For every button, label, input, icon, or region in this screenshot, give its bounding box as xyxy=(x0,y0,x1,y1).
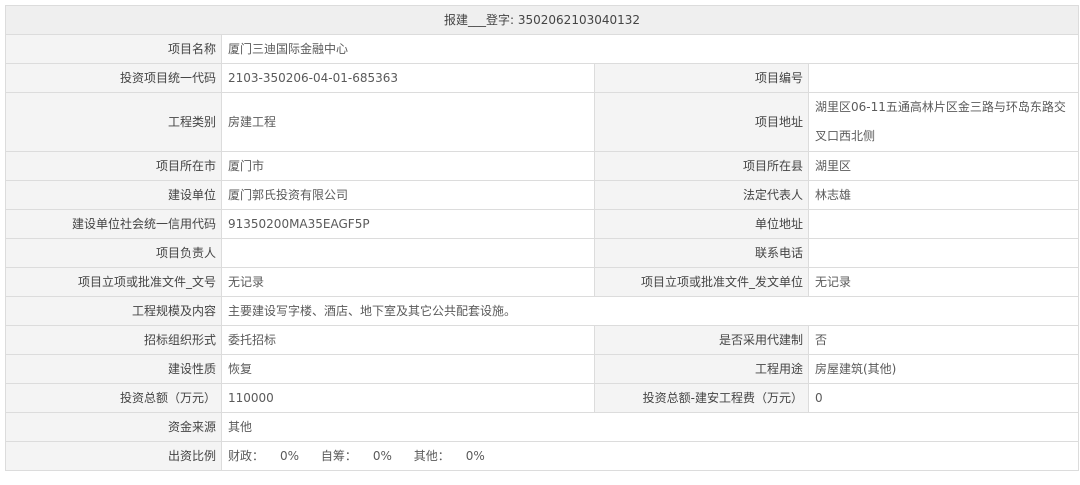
project-number-label: 项目编号 xyxy=(594,63,809,93)
registration-header: 报建___登字: 3502062103040132 xyxy=(4,5,1080,35)
city-value: 厦门市 xyxy=(221,151,595,181)
approval-doc-unit-value: 无记录 xyxy=(807,267,1080,297)
credit-code-value: 91350200MA35EAGF5P xyxy=(221,209,595,239)
table-row: 工程规模及内容 主要建设写字楼、酒店、地下室及其它公共配套设施。 xyxy=(5,296,1080,326)
table-row: 项目名称 厦门三迪国际金融中心 xyxy=(5,34,1080,64)
ratio-other: 其他： 0% xyxy=(414,446,485,466)
ratio-self-raised-value: 0% xyxy=(372,449,392,463)
scale-content-value: 主要建设写字楼、酒店、地下室及其它公共配套设施。 xyxy=(220,296,1080,326)
project-info-table: 报建___登字: 3502062103040132 项目名称 厦门三迪国际金融中… xyxy=(4,5,1080,471)
invest-ratio-label: 出资比例 xyxy=(5,441,222,471)
header-row: 报建___登字: 3502062103040132 xyxy=(4,5,1080,35)
project-number-value xyxy=(807,63,1080,93)
table-row: 投资总额（万元） 110000 投资总额-建安工程费（万元） 0 xyxy=(5,383,1080,413)
legal-rep-label: 法定代表人 xyxy=(594,180,809,210)
install-cost-label: 投资总额-建安工程费（万元） xyxy=(594,383,809,413)
project-use-label: 工程用途 xyxy=(594,354,809,384)
table-row: 项目立项或批准文件_文号 无记录 项目立项或批准文件_发文单位 无记录 xyxy=(5,267,1080,297)
ratio-finance-label: 财政： xyxy=(228,449,265,463)
agent-build-value: 否 xyxy=(807,325,1080,355)
legal-rep-value: 林志雄 xyxy=(807,180,1080,210)
project-address-value: 湖里区06-11五通高林片区金三路与环岛东路交叉口西北侧 xyxy=(807,92,1080,152)
total-invest-label: 投资总额（万元） xyxy=(5,383,222,413)
table-row: 建设性质 恢复 工程用途 房屋建筑(其他) xyxy=(5,354,1080,384)
total-invest-value: 110000 xyxy=(221,383,595,413)
table-row: 项目负责人 联系电话 xyxy=(5,238,1080,268)
bidding-form-label: 招标组织形式 xyxy=(5,325,222,355)
table-row: 出资比例 财政： 0% 自筹： 0% 其他： 0% xyxy=(5,441,1080,471)
table-row: 招标组织形式 委托招标 是否采用代建制 否 xyxy=(5,325,1080,355)
unit-address-label: 单位地址 xyxy=(594,209,809,239)
ratio-other-label: 其他： xyxy=(413,449,450,463)
table-row: 项目所在市 厦门市 项目所在县 湖里区 xyxy=(5,151,1080,181)
table-row: 建设单位社会统一信用代码 91350200MA35EAGF5P 单位地址 xyxy=(5,209,1080,239)
ratio-other-value: 0% xyxy=(465,449,485,463)
project-use-value: 房屋建筑(其他) xyxy=(807,354,1080,384)
unit-address-value xyxy=(807,209,1080,239)
bidding-form-value: 委托招标 xyxy=(221,325,595,355)
table-row: 资金来源 其他 xyxy=(5,412,1080,442)
ratio-self-raised: 自筹： 0% xyxy=(321,446,392,466)
build-nature-label: 建设性质 xyxy=(5,354,222,384)
project-type-value: 房建工程 xyxy=(221,92,595,152)
invest-ratio-value: 财政： 0% 自筹： 0% 其他： 0% xyxy=(220,441,1080,471)
table-row: 投资项目统一代码 2103-350206-04-01-685363 项目编号 xyxy=(5,63,1080,93)
unified-code-value: 2103-350206-04-01-685363 xyxy=(221,63,595,93)
fund-source-value: 其他 xyxy=(220,412,1080,442)
table-row: 建设单位 厦门郭氏投资有限公司 法定代表人 林志雄 xyxy=(5,180,1080,210)
county-label: 项目所在县 xyxy=(594,151,809,181)
ratio-self-raised-label: 自筹： xyxy=(320,449,357,463)
table-row: 工程类别 房建工程 项目地址 湖里区06-11五通高林片区金三路与环岛东路交叉口… xyxy=(5,92,1080,152)
county-value: 湖里区 xyxy=(807,151,1080,181)
fund-source-label: 资金来源 xyxy=(5,412,222,442)
credit-code-label: 建设单位社会统一信用代码 xyxy=(5,209,222,239)
registration-number: 3502062103040132 xyxy=(517,13,641,27)
project-lead-label: 项目负责人 xyxy=(5,238,222,268)
project-lead-value xyxy=(221,238,595,268)
unified-code-label: 投资项目统一代码 xyxy=(5,63,222,93)
ratio-finance-value: 0% xyxy=(280,449,300,463)
builder-value: 厦门郭氏投资有限公司 xyxy=(221,180,595,210)
project-address-label: 项目地址 xyxy=(594,92,809,152)
approval-doc-no-label: 项目立项或批准文件_文号 xyxy=(5,267,222,297)
approval-doc-no-value: 无记录 xyxy=(221,267,595,297)
approval-doc-unit-label: 项目立项或批准文件_发文单位 xyxy=(594,267,809,297)
registration-label: 报建___登字: xyxy=(444,13,515,27)
phone-value xyxy=(807,238,1080,268)
city-label: 项目所在市 xyxy=(5,151,222,181)
scale-content-label: 工程规模及内容 xyxy=(5,296,222,326)
project-name-value: 厦门三迪国际金融中心 xyxy=(220,34,1080,64)
agent-build-label: 是否采用代建制 xyxy=(594,325,809,355)
install-cost-value: 0 xyxy=(807,383,1080,413)
build-nature-value: 恢复 xyxy=(221,354,595,384)
ratio-finance: 财政： 0% xyxy=(228,446,299,466)
builder-label: 建设单位 xyxy=(5,180,222,210)
project-type-label: 工程类别 xyxy=(5,92,222,152)
project-name-label: 项目名称 xyxy=(5,34,222,64)
phone-label: 联系电话 xyxy=(594,238,809,268)
